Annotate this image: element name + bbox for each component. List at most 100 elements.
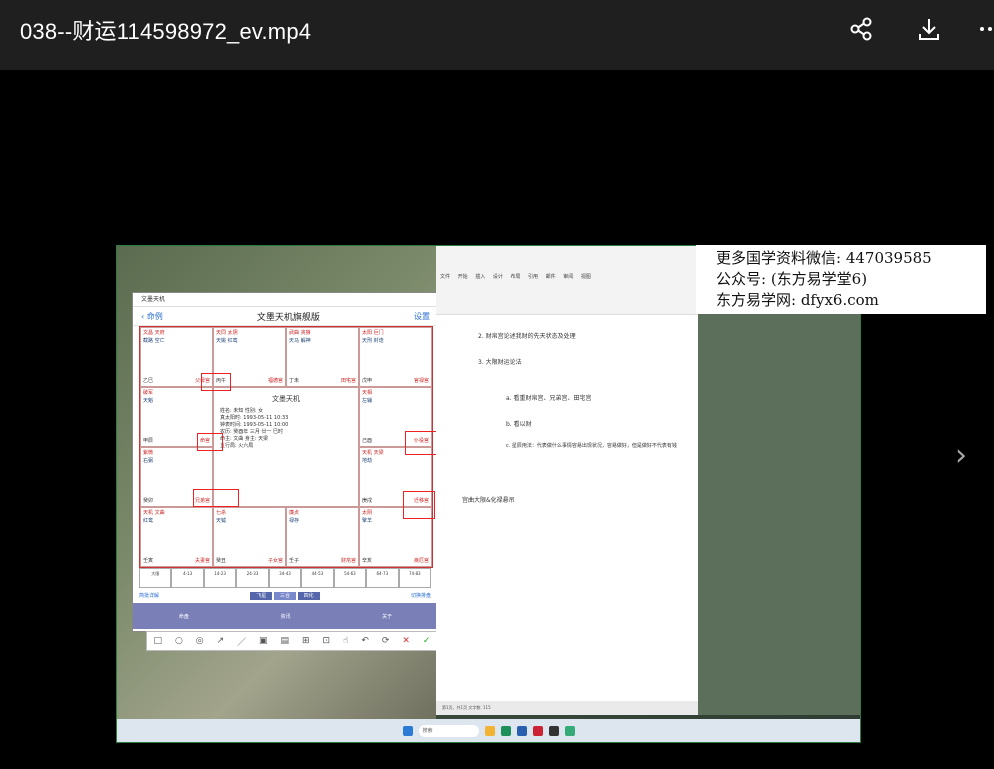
tab-about[interactable]: 关于 [382,613,392,620]
confirm-icon[interactable]: ✓ [423,636,431,646]
taskbar-search[interactable]: 搜索 [418,725,479,737]
redo-icon[interactable]: ⟳ [382,636,390,646]
ribbon-tab[interactable]: 布局 [510,274,520,280]
decade-cell[interactable]: 44-53 [301,568,334,588]
tab-chart[interactable]: 命盘 [179,613,189,620]
grid-tool-icon[interactable]: ⊞ [302,636,310,646]
doc-line: 宫曲大限&化禄悬吊 [462,497,515,504]
palace-name: 田宅宫 [340,378,356,384]
edge-browser-icon[interactable] [500,726,511,736]
download-icon[interactable] [914,14,944,44]
text-tool-icon[interactable]: ▤ [281,636,290,646]
mode-row: 简批详解 飞星 三合 四化 切换排盘 [139,590,431,601]
app-bottom-tabs: 命盘 资讯 关于 [133,603,438,629]
ribbon-tab[interactable]: 引用 [528,274,538,280]
highlight-box [403,491,435,519]
palace-stem: 壬寅 [143,558,154,564]
next-arrow-icon[interactable]: › [955,438,967,473]
palace-cell[interactable]: 七杀 天钺 癸丑 子女宫 [213,507,286,567]
rectangle-tool-icon[interactable]: □ [153,636,162,646]
right-link[interactable]: 切换排盘 [411,592,431,599]
palace-stars: 文昌 天府 [143,330,165,336]
ribbon-tab[interactable]: 视图 [581,274,591,280]
share-icon[interactable] [846,14,876,44]
doc-line: a. 看重财帛宫、兄弟宫、田宅宫 [506,395,592,402]
pen-tool-icon[interactable]: ／ [237,635,246,648]
undo-icon[interactable]: ↶ [361,636,369,646]
doc-ribbon: 文件 开始 插入 设计 布局 引用 邮件 审阅 视图 [436,245,698,315]
back-label: 命例 [146,311,163,321]
crop-tool-icon[interactable]: ⊡ [322,636,330,646]
arrow-tool-icon[interactable]: ↗ [217,636,225,646]
settings-button[interactable]: 设置 [414,311,430,322]
decade-cell[interactable]: 64-73 [366,568,399,588]
highlight-box [201,373,231,391]
ribbon-tab[interactable]: 设计 [493,274,503,280]
app-icon[interactable] [532,726,543,736]
palace-stem: 己酉 [362,438,373,444]
watermark-line: 公众号: (东方易学堂6) [716,270,868,288]
desktop-wallpaper-strip [698,245,861,715]
word-app-icon[interactable] [516,726,527,736]
palace-minor-stars: 禄存 [289,518,300,524]
decade-cell[interactable]: 54-63 [333,568,367,588]
palace-minor-stars: 天魁 [143,398,154,404]
terminal-icon[interactable] [548,726,559,736]
decade-cell[interactable]: 14-23 [203,568,237,588]
pointer-tool-icon[interactable]: ☝ [343,636,348,646]
video-frame[interactable]: 文墨天机 ‹ 命例 文墨天机旗舰版 设置 文昌 天府 截路 空亡 乙巳 父母宫 天同 … [116,245,861,743]
palace-minor-stars: 天姚 红鸾 [216,338,238,344]
windows-taskbar: 搜索 [116,719,861,743]
center-line: 姓名: 未知 性别: 女 [220,408,264,414]
palace-cell[interactable]: 太阳 巨门 天刑 封诰 戊申 官禄宫 [359,327,432,387]
file-explorer-icon[interactable] [484,726,495,736]
ribbon-tab[interactable]: 邮件 [546,274,556,280]
decade-cell[interactable]: 24-33 [236,568,269,588]
ellipse-tool-icon[interactable]: ○ [175,636,183,646]
ribbon-tab[interactable]: 审阅 [563,274,573,280]
palace-minor-stars: 天钺 [216,518,227,524]
center-line: 五行局: 火六局 [220,443,254,449]
decade-cell[interactable]: 34-43 [268,568,302,588]
mode-button[interactable]: 三合 [273,592,296,600]
decade-cell[interactable]: 74-83 [398,568,431,588]
video-title: 038--财运114598972_ev.mp4 [20,19,312,44]
mosaic-tool-icon[interactable]: ▣ [259,636,268,646]
annotation-toolbar: □ ○ ◎ ↗ ／ ▣ ▤ ⊞ ⊡ ☝ ↶ ⟳ ✕ ✓ [146,631,438,651]
target-tool-icon[interactable]: ◎ [196,636,204,646]
cancel-icon[interactable]: ✕ [402,636,410,646]
ribbon-tab[interactable]: 开始 [458,274,468,280]
windows-start-icon[interactable] [402,726,413,736]
palace-stem: 丁未 [289,378,300,384]
palace-cell[interactable]: 天机 文曲 红鸾 壬寅 夫妻宫 [140,507,213,567]
mode-button[interactable]: 飞星 [250,592,273,600]
doc-status-bar: 第1页，共1页 文字数: 115 [436,701,698,715]
ribbon-tab[interactable]: 文件 [440,274,450,280]
palace-name: 官禄宫 [413,378,429,384]
tab-news[interactable]: 资讯 [280,613,290,620]
app-icon[interactable] [564,726,575,736]
palace-name: 福德宫 [267,378,283,384]
highlight-box [197,433,223,451]
palace-stem: 庚戌 [362,498,373,504]
palace-minor-stars: 地劫 [362,458,373,464]
ribbon-tab[interactable]: 插入 [475,274,485,280]
left-link[interactable]: 简批详解 [139,592,159,599]
palace-stem: 乙巳 [143,378,154,384]
decade-cell[interactable]: 大限 [139,568,172,588]
back-button[interactable]: ‹ 命例 [141,311,163,322]
palace-stars: 天相 [362,390,373,396]
more-icon[interactable] [976,14,994,44]
center-line: 命主: 文曲 身主: 天梁 [220,436,269,442]
palace-stem: 辛亥 [362,558,373,564]
mode-button[interactable]: 四化 [297,592,320,600]
palace-cell[interactable]: 武曲 贪狼 天马 解神 丁未 田宅宫 [286,327,359,387]
palace-name: 夫妻宫 [194,558,210,564]
highlight-box [405,431,437,455]
decade-cell[interactable]: 4-13 [171,568,204,588]
palace-stars: 天同 太阴 [216,330,238,336]
doc-line: c. 星辰用法：代表做什么事情容易出现状况，容易做好，但是做好不代表有钱 [506,443,677,449]
palace-cell[interactable]: 廉贞 禄存 壬子 财帛宫 [286,507,359,567]
doc-page[interactable]: 2. 财帛宫论述我财的先天状态及处理 3. 大限财运论法 a. 看重财帛宫、兄弟… [436,317,698,692]
palace-minor-stars: 红鸾 [143,518,154,524]
